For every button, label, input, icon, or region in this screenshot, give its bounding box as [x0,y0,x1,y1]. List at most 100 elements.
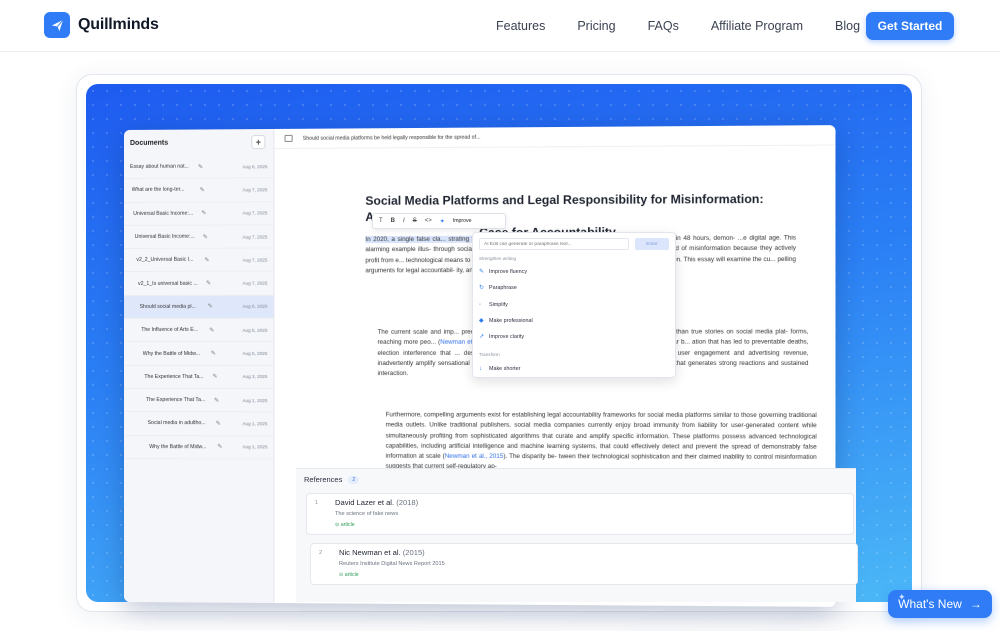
document-item-title: Social media in adultho... [147,420,206,427]
document-item-title: Should social media pl... [139,303,196,310]
improve-button[interactable]: Improve [453,218,472,224]
document-item-title: v2_1_Is universal basic ... [137,280,198,287]
trend-icon: ↗ [479,334,485,340]
refresh-icon: ↻ [479,285,485,291]
bold-button[interactable]: B [391,218,395,224]
improve-clarity-option[interactable]: ↗ Improve clarity [479,334,524,340]
document-item[interactable]: Why the Battle of Midw... ✎ Aug 1, 2025 [124,435,274,460]
documents-sidebar: Documents + Essay about human nat... ✎ Aug… [124,128,275,604]
nav-link-faqs[interactable]: FAQs [648,19,679,33]
references-panel: References 2 1 David Lazer et al. (2018)… [296,468,858,602]
reference-number: 1 [315,500,319,506]
document-item-title: Essay about human nat... [129,163,189,171]
document-item[interactable]: Universal Basic Income:... ✎ Aug 7, 2025 [124,225,274,250]
document-item-title: Why the Battle of Midw... [142,350,200,357]
menu-item-label: Paraphrase [489,285,517,291]
sidebar-toggle-icon[interactable] [284,134,293,142]
ai-enter-button[interactable]: Enter [635,238,669,250]
document-item-title: v2_2_Universal Basic I... [136,257,194,264]
sidebar-title: Documents [129,139,169,147]
pencil-icon[interactable]: ✎ [203,233,213,240]
document-item[interactable]: The Experience That Ta... ✎ Aug 1, 2025 [124,388,274,413]
document-item-title: What are the long-ter... [131,187,185,194]
reference-author: David Lazer et al. (2018) [335,498,418,507]
citation-link[interactable]: Newman et al., 2015 [445,453,504,460]
pencil-icon[interactable]: ✎ [217,443,227,450]
document-item[interactable]: The Experience That Ta... ✎ Aug 3, 2025 [124,365,274,390]
document-item-date: Aug 7, 2025 [242,233,268,240]
add-document-button[interactable]: + [251,135,266,150]
pencil-icon[interactable]: ✎ [201,210,211,217]
pencil-icon[interactable]: ✎ [211,350,221,357]
text-style-button[interactable]: T [379,218,383,224]
document-item[interactable]: Social media in adultho... ✎ Aug 1, 2025 [124,412,274,436]
document-item-date: Aug 1, 2025 [242,397,268,403]
document-item[interactable]: Universal Basic Income:... ✎ Aug 7, 2025 [124,201,274,226]
document-item[interactable]: Why the Battle of Midw... ✎ Aug 5, 2025 [124,342,274,366]
nav-link-features[interactable]: Features [496,19,545,33]
paragraph-3[interactable]: Furthermore, compelling arguments exist … [386,410,817,474]
document-item-title: The Influence of Arts E... [141,327,199,334]
document-item-date: Aug 3, 2025 [242,374,268,380]
pencil-icon[interactable]: ✎ [204,257,214,264]
reference-title: Reuters Institute Digital News Report 20… [339,561,445,567]
reference-title: The science of fake news [335,511,399,517]
make-shorter-option[interactable]: ↓ Make shorter [479,366,520,372]
code-button[interactable]: <> [425,218,432,224]
make-professional-option[interactable]: ◆ Make professional [479,318,533,324]
document-item-date: Aug 5, 2025 [242,327,268,333]
document-item[interactable]: Essay about human nat... ✎ Aug 6, 2025 [124,155,274,180]
document-item-date: Aug 7, 2025 [242,257,268,263]
pencil-icon[interactable]: ✎ [208,303,218,310]
get-started-button[interactable]: Get Started [866,12,954,40]
paraphrase-option[interactable]: ↻ Paraphrase [479,285,517,291]
improve-fluency-option[interactable]: ✎ Improve fluency [479,269,527,275]
brand[interactable]: Quillminds [44,12,159,38]
document-list: Essay about human nat... ✎ Aug 6, 2025 What… [124,155,274,460]
menu-item-label: Make professional [489,318,533,324]
pencil-icon[interactable]: ✎ [200,186,210,194]
document-item-date: Aug 7, 2025 [242,187,268,193]
format-toolbar: T B I S <> ✦ Improve [372,213,506,229]
document-title: Should social media platforms be held le… [302,134,481,142]
simplify-option[interactable]: ◦ Simplify [479,302,508,308]
reference-item[interactable]: 2 Nic Newman et al. (2015) Reuters Insti… [310,543,858,585]
document-item-date: Aug 6, 2025 [242,163,268,169]
pencil-icon[interactable]: ✎ [206,280,216,287]
document-item-title: Why the Battle of Midw... [149,443,207,450]
reference-year: (2018) [396,498,419,507]
strikethrough-button[interactable]: S [413,218,417,224]
top-navbar: Quillminds Features Pricing FAQs Affilia… [0,0,1000,52]
transform-section-label: Transform [479,352,500,357]
italic-button[interactable]: I [403,218,405,224]
simplify-icon: ◦ [479,302,482,308]
document-item[interactable]: What are the long-ter... ✎ Aug 7, 2025 [124,178,274,203]
document-item-date: Aug 1, 2025 [242,421,268,427]
sparkle-icon: ✦ [439,218,445,225]
pencil-icon[interactable]: ✎ [216,420,226,427]
pencil-icon[interactable]: ✎ [214,397,224,404]
document-item-date: Aug 7, 2025 [242,210,268,216]
ai-edit-menu: Enter Strengthen writing ✎ Improve fluenc… [472,232,676,378]
sparkle-icon: ✦ [898,592,906,602]
references-title: References [304,475,343,484]
diamond-icon: ◆ [479,318,484,324]
paper-plane-icon [44,12,70,38]
ai-edit-input[interactable] [479,238,629,250]
reference-item[interactable]: 1 David Lazer et al. (2018) The science … [306,493,854,535]
reference-number: 2 [319,550,323,556]
pencil-icon[interactable]: ✎ [212,373,222,380]
document-item[interactable]: The Influence of Arts E... ✎ Aug 5, 2025 [124,318,274,343]
brand-name: Quillminds [78,16,159,33]
nav-link-affiliate[interactable]: Affiliate Program [711,19,803,33]
nav-link-pricing[interactable]: Pricing [577,19,615,33]
editor-topbar: Should social media platforms be held le… [274,125,836,150]
document-item[interactable]: v2_2_Universal Basic I... ✎ Aug 7, 2025 [124,248,274,273]
pencil-icon[interactable]: ✎ [198,163,208,170]
pencil-icon[interactable]: ✎ [209,327,219,334]
document-item[interactable]: Should social media pl... ✎ Aug 6, 2025 [124,295,274,320]
document-item-date: Aug 1, 2025 [242,444,268,450]
nav-link-blog[interactable]: Blog [835,19,860,33]
reference-author: Nic Newman et al. (2015) [339,548,425,557]
document-item[interactable]: v2_1_Is universal basic ... ✎ Aug 7, 2025 [124,272,274,296]
